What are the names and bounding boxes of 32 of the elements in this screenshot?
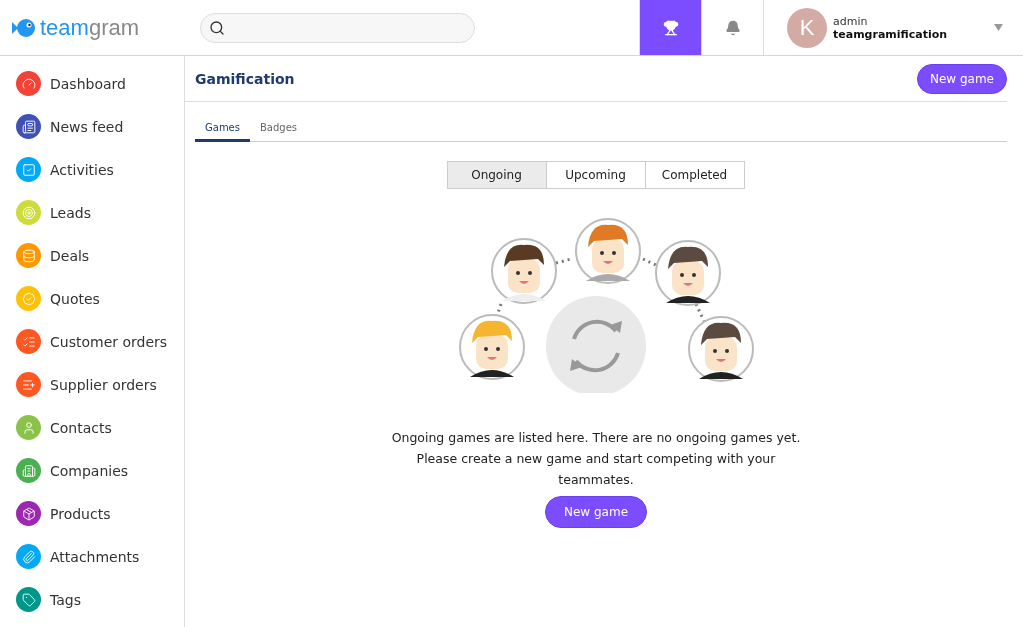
sidebar-item[interactable]: Products [0, 492, 184, 535]
filter-tab[interactable]: Upcoming [545, 161, 646, 189]
sidebar-item[interactable]: Contacts [0, 406, 184, 449]
sidebar-item[interactable]: Customer orders [0, 320, 184, 363]
trophy-icon [662, 19, 679, 36]
sidebar-item[interactable]: Supplier orders [0, 363, 184, 406]
new-game-button[interactable]: New game [916, 63, 1007, 94]
sidebar-item[interactable]: Activities [0, 148, 184, 191]
bell-icon [724, 19, 741, 36]
sidebar-item[interactable]: Leads [0, 191, 184, 234]
search-icon [209, 19, 225, 36]
empty-state-message: Ongoing games are listed here. There are no ongoing games yet. Please create a new game and start competing with your teammates. [390, 429, 802, 489]
sidebar-item[interactable]: News feed [0, 105, 184, 148]
filter-tab[interactable]: Ongoing [446, 161, 547, 189]
tab[interactable]: Games [195, 122, 250, 142]
user-role: admin [833, 14, 869, 28]
trophy-button[interactable] [639, 0, 701, 55]
sidebar-item[interactable]: Deals [0, 234, 184, 277]
search-field[interactable] [200, 12, 475, 43]
filter-tab[interactable]: Completed [644, 161, 745, 189]
logo-text[interactable]: teamgram [40, 14, 140, 41]
page-title: Gamification [195, 70, 295, 87]
user-name: teamgramification [833, 27, 949, 41]
fish-logo-icon [12, 17, 36, 38]
sidebar-item[interactable]: Attachments [0, 535, 184, 578]
caret-icon[interactable] [994, 24, 1003, 31]
sidebar-item[interactable]: Quotes [0, 277, 184, 320]
tab[interactable]: Badges [250, 122, 308, 142]
sidebar-item[interactable]: Dashboard [0, 62, 184, 105]
sidebar-item[interactable]: Companies [0, 449, 184, 492]
new-game-button[interactable]: New game [545, 496, 647, 528]
sidebar-item[interactable]: Tags [0, 578, 184, 621]
